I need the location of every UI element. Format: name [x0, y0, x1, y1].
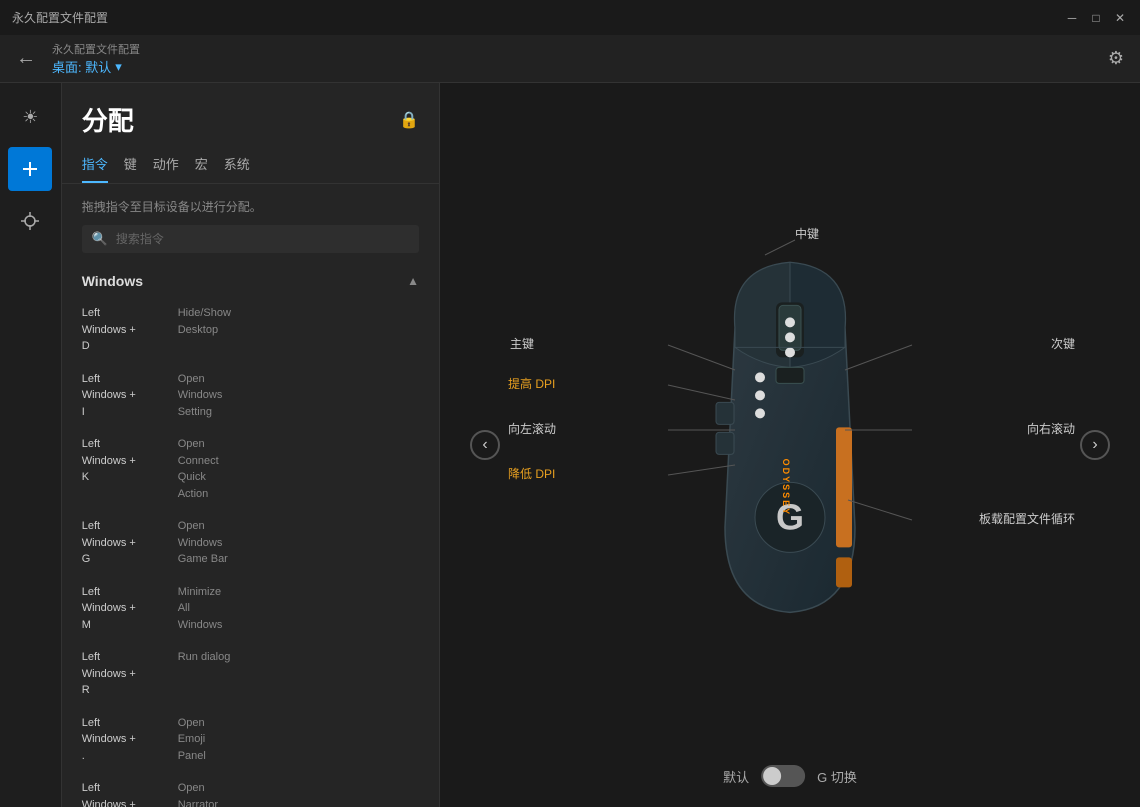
panel-header: 分配 🔒 [62, 83, 439, 146]
chevron-down-icon: ▾ [115, 59, 122, 75]
label-right-btn: 次键 [1051, 335, 1075, 352]
tab-macros[interactable]: 宏 [195, 146, 208, 183]
profile-info: 永久配置文件配置 桌面: 默认 ▾ [52, 41, 1092, 76]
label-scroll-left: 向左滚动 [508, 420, 556, 437]
cmd-label: OpenEmojiPanel [178, 715, 206, 765]
cmd-label: Hide/ShowDesktop [178, 305, 231, 338]
g-switch-label: G 切换 [817, 767, 857, 786]
main-layout: ☀ 分配 🔒 指令 键 动作 宏 系统 [0, 83, 1140, 807]
left-panel: 分配 🔒 指令 键 动作 宏 系统 拖拽指令至目标设备以进行分配。 🔍 Wind… [62, 83, 440, 807]
toggle-knob [763, 767, 781, 785]
cmd-label: OpenWindowsGame Bar [178, 518, 228, 568]
cmd-keys: LeftWindows +K [82, 436, 172, 486]
panel-title: 分配 [82, 101, 134, 138]
sidebar-item-dpi[interactable] [8, 199, 52, 243]
profile-subtitle-text: 桌面: 默认 [52, 57, 111, 76]
back-button[interactable]: ← [16, 47, 36, 70]
cmd-keys: LeftWindows +Ctrl +Enter [82, 780, 172, 807]
tab-keys[interactable]: 键 [124, 146, 137, 183]
list-item[interactable]: LeftWindows +I OpenWindowsSetting [70, 363, 431, 429]
profile-subtitle[interactable]: 桌面: 默认 ▾ [52, 57, 1092, 76]
section-header-windows: Windows ▲ [70, 265, 431, 297]
bottom-bar: 默认 G 切换 [723, 765, 857, 787]
tab-actions[interactable]: 动作 [153, 146, 179, 183]
cmd-keys: LeftWindows +M [82, 584, 172, 634]
search-input[interactable] [116, 232, 409, 246]
mode-toggle[interactable] [761, 765, 805, 787]
tab-bar: 指令 键 动作 宏 系统 [62, 146, 439, 184]
label-profile-cycle: 板载配置文件循环 [979, 510, 1075, 527]
lock-icon[interactable]: 🔒 [399, 110, 419, 130]
profile-title: 永久配置文件配置 [52, 41, 1092, 57]
titlebar-title: 永久配置文件配置 [12, 9, 108, 26]
default-label: 默认 [723, 767, 749, 786]
cmd-keys: LeftWindows +I [82, 371, 172, 421]
cmd-label: OpenNarrator [178, 780, 218, 807]
cmd-keys: LeftWindows +. [82, 715, 172, 765]
plus-icon [19, 158, 41, 180]
icon-bar: ☀ [0, 83, 62, 807]
right-panel: ‹ › [440, 83, 1140, 807]
list-item[interactable]: LeftWindows +. OpenEmojiPanel [70, 707, 431, 773]
maximize-button[interactable]: □ [1088, 10, 1104, 26]
cmd-keys: LeftWindows +G [82, 518, 172, 568]
tab-commands[interactable]: 指令 [82, 146, 108, 183]
cmd-keys: LeftWindows +R [82, 649, 172, 699]
label-left-btn: 主键 [510, 335, 534, 352]
cmd-label: MinimizeAllWindows [178, 584, 223, 634]
titlebar: 永久配置文件配置 ─ □ ✕ [0, 0, 1140, 35]
label-scroll-right: 向右滚动 [1027, 420, 1075, 437]
section-toggle-windows[interactable]: ▲ [407, 274, 419, 288]
command-list: Windows ▲ LeftWindows +D Hide/ShowDeskto… [62, 265, 439, 807]
cmd-keys: LeftWindows +D [82, 305, 172, 355]
list-item[interactable]: LeftWindows +Ctrl +Enter OpenNarrator [70, 772, 431, 807]
close-button[interactable]: ✕ [1112, 10, 1128, 26]
label-dpi-down: 降低 DPI [508, 465, 555, 482]
sidebar-item-assign[interactable] [8, 147, 52, 191]
list-item[interactable]: LeftWindows +D Hide/ShowDesktop [70, 297, 431, 363]
settings-icon[interactable]: ⚙ [1108, 48, 1124, 69]
cmd-label: OpenWindowsSetting [178, 371, 223, 421]
list-item[interactable]: LeftWindows +R Run dialog [70, 641, 431, 707]
sidebar-item-light[interactable]: ☀ [8, 95, 52, 139]
list-item[interactable]: LeftWindows +M MinimizeAllWindows [70, 576, 431, 642]
header: ← 永久配置文件配置 桌面: 默认 ▾ ⚙ [0, 35, 1140, 83]
list-item[interactable]: LeftWindows +K OpenConnectQuickAction [70, 428, 431, 510]
svg-text:ODYSSEY: ODYSSEY [781, 459, 791, 517]
section-label-windows: Windows [82, 273, 143, 289]
mouse-diagram: G ODYSSEY 中键 [440, 165, 1140, 725]
drag-hint: 拖拽指令至目标设备以进行分配。 [62, 192, 439, 225]
cmd-label: OpenConnectQuickAction [178, 436, 219, 502]
search-icon: 🔍 [92, 231, 108, 247]
list-item[interactable]: LeftWindows +G OpenWindowsGame Bar [70, 510, 431, 576]
mouse-svg: G ODYSSEY [680, 247, 900, 627]
label-dpi-up: 提高 DPI [508, 375, 555, 392]
tab-system[interactable]: 系统 [224, 146, 250, 183]
cmd-label: Run dialog [178, 649, 231, 666]
search-bar: 🔍 [82, 225, 419, 253]
label-middle-btn: 中键 [795, 225, 819, 242]
titlebar-controls: ─ □ ✕ [1064, 10, 1128, 26]
minimize-button[interactable]: ─ [1064, 10, 1080, 26]
crosshair-icon [19, 210, 41, 232]
